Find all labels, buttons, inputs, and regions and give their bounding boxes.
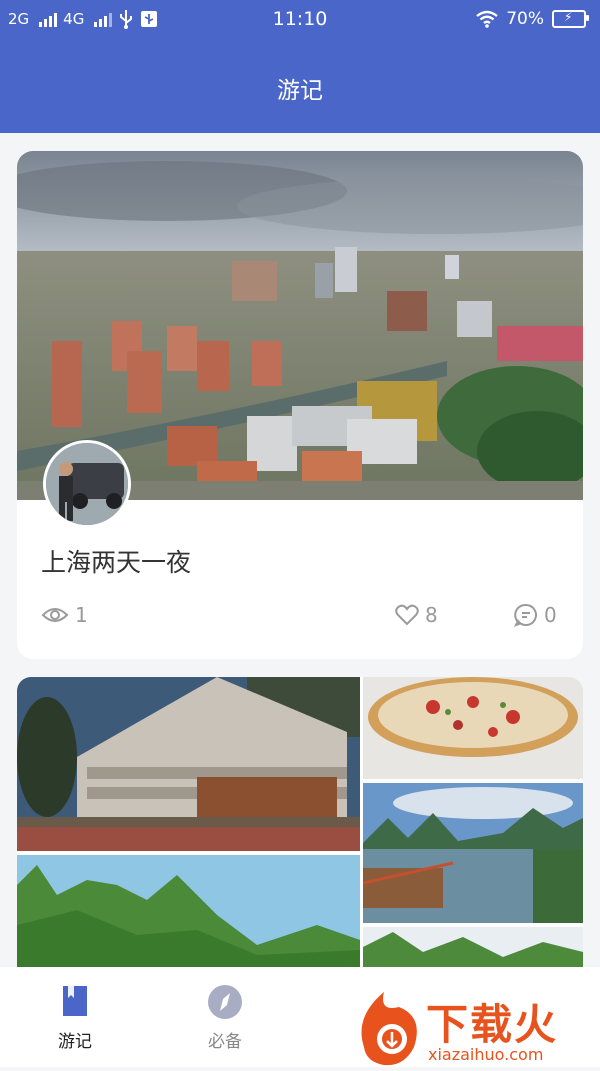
- tab-label: 必备: [208, 1032, 242, 1052]
- avatar[interactable]: [43, 440, 131, 528]
- comments-count: 0: [544, 603, 557, 627]
- comments-stat[interactable]: 0: [514, 603, 557, 627]
- battery-icon: ⚡: [552, 10, 589, 28]
- tab-travel-notes[interactable]: 游记: [35, 984, 115, 1052]
- food-photo: [363, 677, 583, 779]
- page-title: 游记: [277, 78, 323, 104]
- wifi-icon: [476, 10, 498, 28]
- travel-note-card[interactable]: 上海两天一夜 1 8 0: [17, 151, 583, 659]
- karst-hills-photo: [17, 855, 360, 977]
- tab-essentials[interactable]: 必备: [185, 984, 265, 1052]
- watermark-url: xiazaihuo.com: [428, 1045, 544, 1064]
- river-photo: [363, 783, 583, 923]
- watermark-brand: 下载火: [426, 1000, 559, 1049]
- travel-note-card-photos[interactable]: [17, 677, 583, 977]
- views-count: 1: [75, 603, 88, 627]
- heart-icon: [395, 604, 419, 626]
- bookmark-icon: [63, 986, 87, 1016]
- hotel-photo: [17, 677, 360, 851]
- status-right: 70% ⚡: [476, 9, 589, 29]
- battery-percent: 70%: [506, 9, 544, 29]
- comment-icon: [514, 603, 537, 627]
- likes-stat[interactable]: 8: [395, 603, 438, 627]
- views-stat: 1: [41, 603, 88, 627]
- compass-icon: [208, 985, 242, 1019]
- card-title: 上海两天一夜: [41, 548, 192, 577]
- watermark-logo: 下载火 xiazaihuo.com: [354, 987, 600, 1067]
- card-stats: 1 8 0: [41, 603, 561, 635]
- eye-icon: [41, 608, 69, 622]
- app-header: 游记: [0, 40, 600, 133]
- tab-label: 游记: [58, 1032, 92, 1052]
- status-bar: 2G 4G 11:10 70% ⚡: [0, 0, 600, 40]
- likes-count: 8: [425, 603, 438, 627]
- avatar-photo: [46, 443, 128, 525]
